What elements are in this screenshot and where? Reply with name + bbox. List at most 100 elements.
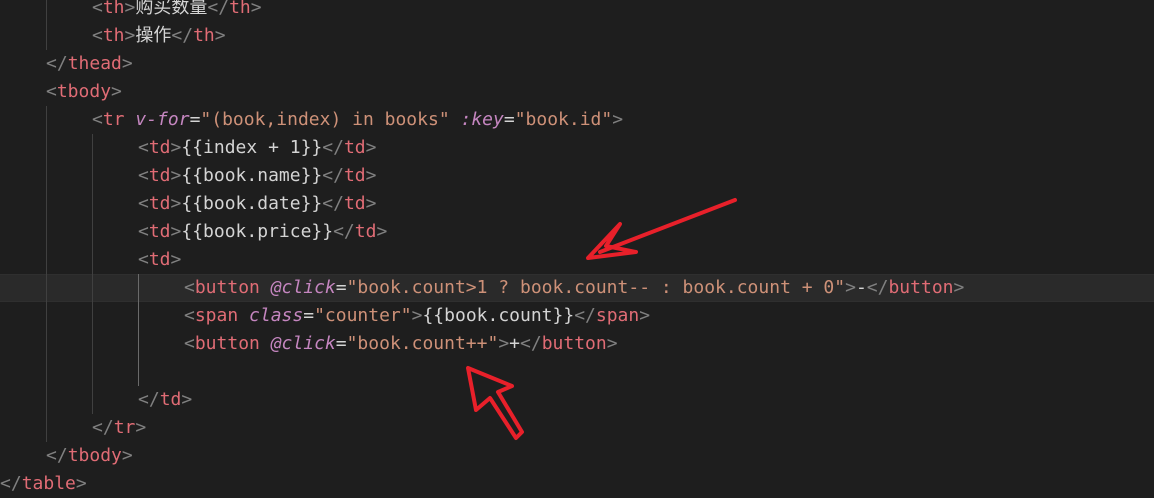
code-token: > <box>124 0 136 18</box>
code-line[interactable]: <th>购买数量</th> <box>0 0 1154 22</box>
code-line[interactable]: <span class="counter">{{book.count}}</sp… <box>0 302 1154 330</box>
code-line[interactable]: <td>{{book.name}}</td> <box>0 162 1154 190</box>
code-line[interactable] <box>0 358 1154 386</box>
code-token: {{book.date}} <box>181 193 323 214</box>
indent-guide <box>92 302 93 330</box>
indent-guide <box>138 358 139 386</box>
code-token: td <box>148 193 171 214</box>
code-token: > <box>612 109 624 130</box>
code-token: v-for <box>135 109 190 130</box>
code-token: > <box>170 221 182 242</box>
code-token: > <box>365 137 377 158</box>
code-token: td <box>343 165 366 186</box>
indent-guide <box>92 386 93 414</box>
code-text: </td> <box>138 386 192 414</box>
code-token: > <box>124 25 136 46</box>
code-text: <td> <box>138 246 181 274</box>
code-token: </ <box>46 445 68 466</box>
code-token: td <box>159 389 182 410</box>
code-token: :key <box>460 109 504 130</box>
code-token: > <box>135 417 147 438</box>
code-token: td <box>148 249 171 270</box>
code-token: td <box>148 165 171 186</box>
code-token: > <box>845 277 856 298</box>
code-token: = <box>189 109 201 130</box>
code-token: "counter" <box>314 305 412 326</box>
code-token: > <box>121 53 133 74</box>
code-token: </ <box>322 137 344 158</box>
indent-guide <box>46 274 47 302</box>
indent-guide <box>46 246 47 274</box>
code-token: button <box>194 277 260 298</box>
code-line[interactable]: <td>{{book.date}}</td> <box>0 190 1154 218</box>
code-token: < <box>138 137 149 158</box>
code-token: < <box>184 333 195 354</box>
indent-guide <box>92 190 93 218</box>
code-token: > <box>639 305 651 326</box>
code-token: button <box>194 333 260 354</box>
code-token: < <box>138 249 149 270</box>
indent-guide <box>92 218 93 246</box>
code-editor[interactable]: <th>购买数量</th> <th>操作</th> </thead> <tbody> <… <box>0 0 1154 494</box>
code-token: {{book.name}} <box>181 165 323 186</box>
code-line[interactable]: <tr v-for="(book,index) in books" :key="… <box>0 106 1154 134</box>
indent-guide <box>46 162 47 190</box>
code-line[interactable]: <button @click="book.count++">+</button> <box>0 330 1154 358</box>
code-token: table <box>21 473 76 494</box>
code-line[interactable]: </tbody> <box>0 442 1154 470</box>
indent-guide <box>92 246 93 274</box>
code-token: </ <box>46 53 68 74</box>
code-token: 购买数量 <box>135 0 208 18</box>
code-line[interactable]: </table> <box>0 470 1154 498</box>
code-text: </thead> <box>46 50 133 78</box>
code-text: </tr> <box>92 414 146 442</box>
code-token: "book.id" <box>514 109 613 130</box>
indent-guide <box>46 414 47 442</box>
code-token: "book.count++" <box>346 333 499 354</box>
code-token: > <box>365 165 377 186</box>
code-token: = <box>335 333 347 354</box>
code-token: > <box>170 193 182 214</box>
indent-guide <box>92 330 93 358</box>
code-token: th <box>102 25 125 46</box>
code-token: td <box>148 137 171 158</box>
code-token: tbody <box>56 81 112 102</box>
code-token: > <box>181 389 193 410</box>
code-line[interactable]: <td> <box>0 246 1154 274</box>
code-token: </ <box>866 277 889 298</box>
code-token: tr <box>102 109 125 130</box>
code-token: < <box>92 25 103 46</box>
code-line[interactable]: <td>{{index + 1}}</td> <box>0 134 1154 162</box>
code-token: {{book.price}} <box>181 221 334 242</box>
code-token: tr <box>113 417 136 438</box>
code-text: <td>{{book.price}}</td> <box>138 218 387 246</box>
code-text: <tr v-for="(book,index) in books" :key="… <box>92 106 623 134</box>
code-line[interactable]: <th>操作</th> <box>0 22 1154 50</box>
code-line[interactable]: <button @click="book.count>1 ? book.coun… <box>0 274 1154 302</box>
code-token: td <box>343 193 366 214</box>
code-line[interactable]: </tr> <box>0 414 1154 442</box>
code-token: class <box>249 305 304 326</box>
code-token: > <box>170 137 182 158</box>
indent-guide <box>46 358 47 386</box>
code-line[interactable]: <tbody> <box>0 78 1154 106</box>
code-token: tbody <box>67 445 122 466</box>
code-token: = <box>503 109 515 130</box>
code-token: + <box>509 333 520 354</box>
code-token: </ <box>574 305 596 326</box>
code-token: < <box>46 81 57 102</box>
code-token: > <box>170 165 182 186</box>
code-token: @click <box>270 277 336 298</box>
code-line[interactable]: </thead> <box>0 50 1154 78</box>
code-line[interactable]: </td> <box>0 386 1154 414</box>
code-text: <button @click="book.count++">+</button> <box>184 330 618 358</box>
code-line[interactable]: <td>{{book.price}}</td> <box>0 218 1154 246</box>
code-token: > <box>498 333 510 354</box>
indent-guide <box>46 218 47 246</box>
code-text: <th>操作</th> <box>92 22 226 50</box>
code-token: </ <box>207 0 230 18</box>
code-token: {{index + 1}} <box>181 137 323 158</box>
